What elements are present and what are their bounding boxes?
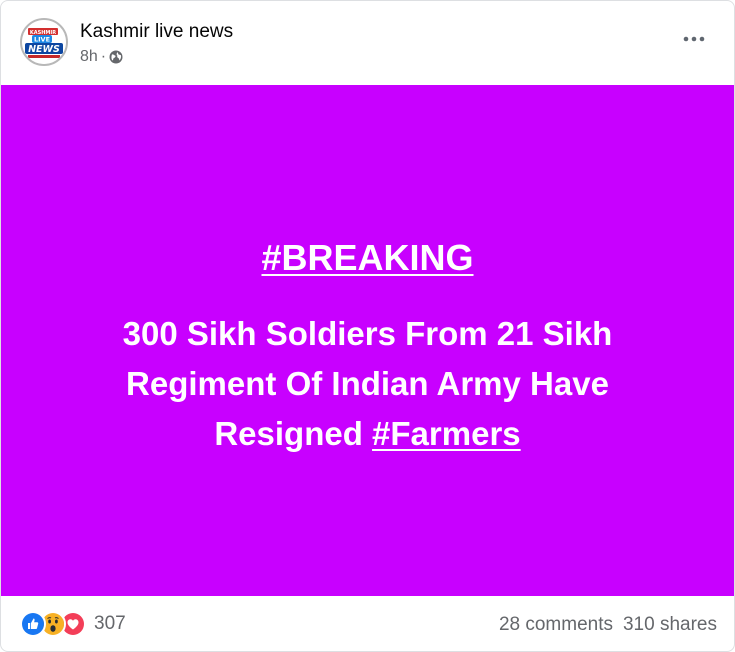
post-card: KASHMIR LIVE NEWS Kashmir live news 8h · <box>0 0 735 652</box>
meta-separator: · <box>100 48 107 65</box>
post-footer: 307 28 comments 310 shares <box>1 597 734 651</box>
image-body-text: 300 Sikh Soldiers From 21 Sikh Regiment … <box>61 309 674 459</box>
more-options-icon <box>683 36 705 42</box>
logo-bottom-text: NEWS <box>28 44 60 55</box>
image-body-main: 300 Sikh Soldiers From 21 Sikh Regiment … <box>122 315 613 452</box>
logo-mid-text: LIVE <box>34 36 50 44</box>
comments-count-link[interactable]: 28 comments <box>499 614 613 636</box>
engagement-counts: 28 comments 310 shares <box>499 614 717 636</box>
post-meta: 8h · <box>80 48 123 66</box>
reactions-summary[interactable]: 307 <box>20 611 126 637</box>
like-icon <box>20 611 46 637</box>
image-body-hashtag: #Farmers <box>372 415 521 452</box>
more-options-button[interactable] <box>680 29 708 49</box>
page-name-link[interactable]: Kashmir live news <box>80 21 233 43</box>
reaction-count: 307 <box>94 613 126 634</box>
post-header: KASHMIR LIVE NEWS Kashmir live news 8h · <box>1 1 734 84</box>
page-logo-icon: KASHMIR LIVE NEWS <box>22 20 66 64</box>
globe-icon <box>109 50 123 64</box>
page-avatar[interactable]: KASHMIR LIVE NEWS <box>20 18 68 66</box>
image-headline: #BREAKING <box>261 237 474 278</box>
post-timestamp[interactable]: 8h <box>80 48 98 66</box>
shares-count-link[interactable]: 310 shares <box>623 614 717 636</box>
